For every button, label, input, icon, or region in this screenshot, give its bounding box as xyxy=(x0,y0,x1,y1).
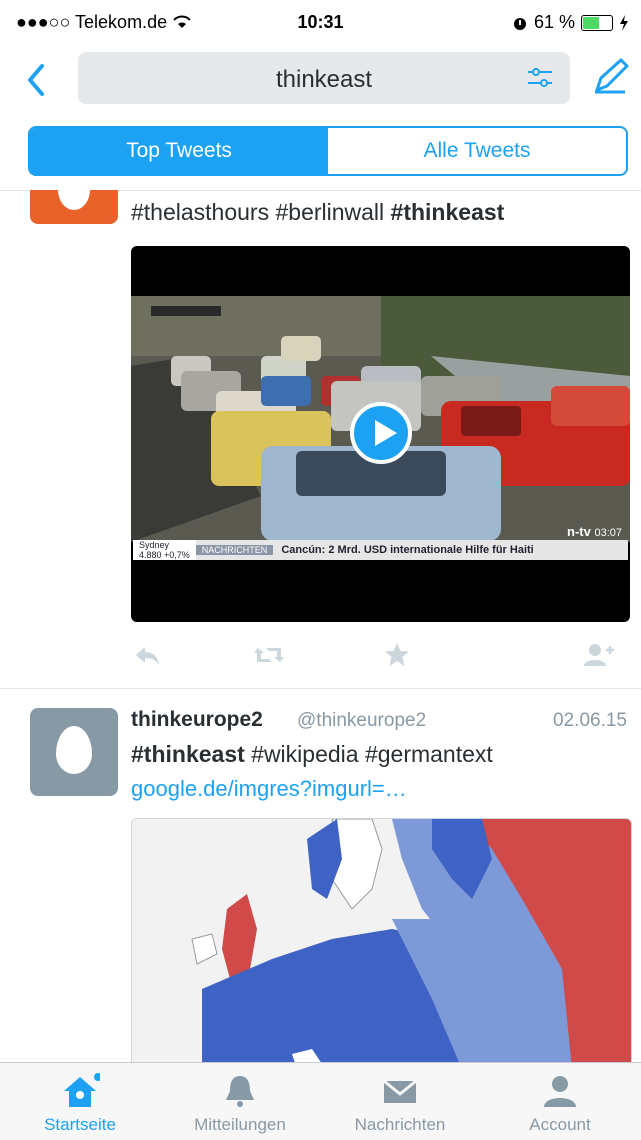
bell-icon xyxy=(220,1073,260,1109)
tweet-author-name[interactable]: thinkeurope2 xyxy=(131,708,263,732)
tweet-link[interactable]: google.de/imgres?imgurl=… xyxy=(131,776,407,802)
tab-home[interactable]: Startseite xyxy=(0,1063,160,1140)
tweet-filter-segmented-control: Top Tweets Alle Tweets xyxy=(28,126,628,176)
status-bar: ●●●○○ Telekom.de 10:31 61 % xyxy=(0,0,641,44)
battery-indicator: 61 % xyxy=(512,12,629,33)
tweet-text: #thinkeast #wikipedia #germantext xyxy=(131,741,493,768)
charging-icon xyxy=(619,15,629,31)
reply-icon[interactable] xyxy=(132,640,162,670)
compose-tweet-icon[interactable] xyxy=(591,56,631,96)
tweet-date: 02.06.15 xyxy=(553,710,627,732)
search-query[interactable]: thinkeast xyxy=(78,66,570,94)
filter-icon[interactable] xyxy=(526,66,554,90)
battery-percent: 61 % xyxy=(534,12,575,33)
tab-messages[interactable]: Nachrichten xyxy=(320,1063,480,1140)
home-icon xyxy=(60,1073,100,1109)
person-icon xyxy=(540,1073,580,1109)
ticker-tag: NACHRICHTEN xyxy=(196,545,274,555)
europe-map xyxy=(132,819,631,1069)
back-chevron-icon[interactable] xyxy=(22,60,52,100)
tab-label: Nachrichten xyxy=(320,1115,480,1135)
battery-icon xyxy=(581,15,613,31)
tab-notifications[interactable]: Mitteilungen xyxy=(160,1063,320,1140)
app-screen: ●●●○○ Telekom.de 10:31 61 % thinkeast To… xyxy=(0,0,641,1140)
map-image[interactable] xyxy=(131,818,632,1070)
tab-bar: Startseite Mitteilungen Nachrichten Acco… xyxy=(0,1062,641,1140)
avatar[interactable] xyxy=(30,190,118,224)
search-field[interactable]: thinkeast xyxy=(78,52,570,104)
tab-top-tweets[interactable]: Top Tweets xyxy=(30,128,328,174)
retweet-icon[interactable] xyxy=(252,640,286,670)
follow-user-icon[interactable] xyxy=(582,640,616,670)
divider xyxy=(0,688,641,689)
avatar[interactable] xyxy=(30,708,118,796)
play-button[interactable] xyxy=(350,402,412,464)
tab-label: Startseite xyxy=(0,1115,160,1135)
tab-all-tweets[interactable]: Alle Tweets xyxy=(328,128,626,174)
tab-label: Account xyxy=(480,1115,640,1135)
favorite-star-icon[interactable] xyxy=(382,640,412,670)
tab-label: Mitteilungen xyxy=(160,1115,320,1135)
video-player[interactable]: n-tv 03:07 Sydney4.880 +0,7% NACHRICHTEN… xyxy=(131,246,630,622)
ticker-headline: Cancún: 2 Mrd. USD internationale Hilfe … xyxy=(281,544,533,556)
channel-logo: n-tv 03:07 xyxy=(567,524,622,539)
tweet-author-handle[interactable]: @thinkeurope2 xyxy=(297,710,426,732)
alarm-icon xyxy=(512,15,528,31)
ticker-market: Sydney4.880 +0,7% xyxy=(133,540,196,560)
navigation-bar: thinkeast xyxy=(0,44,641,116)
tab-account[interactable]: Account xyxy=(480,1063,640,1140)
tweet-text: #thelasthours #berlinwall #thinkeast xyxy=(131,199,504,226)
envelope-icon xyxy=(380,1073,420,1109)
news-ticker: Sydney4.880 +0,7% NACHRICHTEN Cancún: 2 … xyxy=(133,540,628,560)
